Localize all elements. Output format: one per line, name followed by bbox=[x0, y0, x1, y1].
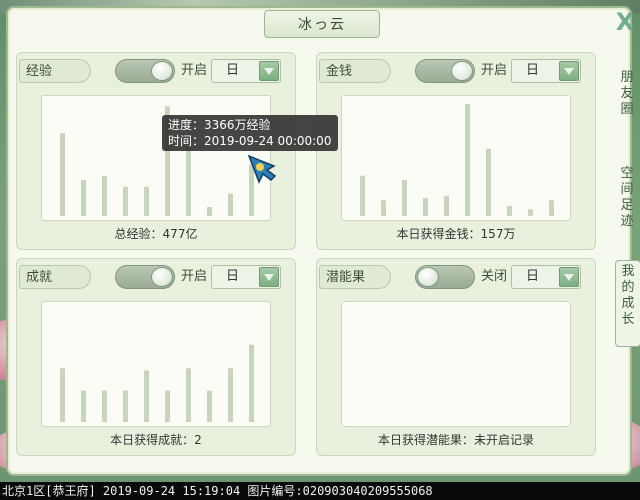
toggle-knob bbox=[151, 267, 173, 287]
chart-bar[interactable] bbox=[81, 390, 86, 422]
chevron-down-icon[interactable] bbox=[559, 61, 579, 81]
period-select-money[interactable]: 日 bbox=[511, 59, 581, 83]
caption-exp: 总经验：477亿 bbox=[114, 227, 198, 241]
chart-bar[interactable] bbox=[360, 175, 365, 216]
toggle-label-ach: 开启 bbox=[181, 269, 208, 284]
window-title: 冰っ云 bbox=[264, 10, 380, 38]
period-select-value: 日 bbox=[526, 269, 540, 284]
panel-tag-pot: 潜能果 bbox=[319, 265, 391, 289]
chevron-down-icon[interactable] bbox=[259, 267, 279, 287]
period-select-value: 日 bbox=[526, 63, 540, 78]
chart-bar[interactable] bbox=[81, 180, 86, 216]
chart-bar[interactable] bbox=[144, 186, 149, 216]
toggle-ach[interactable] bbox=[115, 265, 175, 289]
chart-bar[interactable] bbox=[507, 205, 512, 216]
period-select-value: 日 bbox=[226, 63, 240, 78]
chart-bar[interactable] bbox=[207, 390, 212, 422]
chart-pot bbox=[341, 301, 571, 427]
chart-bar[interactable] bbox=[144, 370, 149, 422]
toggle-knob bbox=[151, 61, 173, 81]
chart-bar[interactable] bbox=[549, 200, 554, 216]
panel-pot: 潜能果 关闭 日 本日获得潜能果：未开启记录 bbox=[316, 258, 596, 456]
side-tab-char: 友 bbox=[620, 86, 634, 101]
panel-tag-money: 金钱 bbox=[319, 59, 391, 83]
chart-bar[interactable] bbox=[123, 390, 128, 422]
panel-ach: 成就 开启 日 本日获得成就：2 bbox=[16, 258, 296, 456]
chart-bar[interactable] bbox=[402, 180, 407, 216]
chart-bar[interactable] bbox=[444, 195, 449, 216]
chart-money bbox=[341, 95, 571, 221]
chart-bar[interactable] bbox=[123, 186, 128, 216]
side-tab-friends[interactable]: 朋 友 圈 bbox=[615, 70, 639, 118]
chart-bar[interactable] bbox=[381, 200, 386, 216]
chart-bar[interactable] bbox=[60, 368, 65, 422]
chart-bar[interactable] bbox=[186, 368, 191, 422]
toggle-label-pot: 关闭 bbox=[481, 269, 508, 284]
caption-pot: 本日获得潜能果：未开启记录 bbox=[377, 433, 534, 447]
toggle-label-exp: 开启 bbox=[181, 63, 208, 78]
chart-bar[interactable] bbox=[102, 390, 107, 422]
chart-bar[interactable] bbox=[465, 104, 470, 216]
chart-svg-ach bbox=[60, 344, 254, 422]
chart-bar[interactable] bbox=[186, 146, 191, 216]
chart-bar[interactable] bbox=[102, 175, 107, 216]
side-tab-char: 我 bbox=[621, 264, 635, 279]
period-select-exp[interactable]: 日 bbox=[211, 59, 281, 83]
chart-bar[interactable] bbox=[207, 207, 212, 216]
side-tab-char: 间 bbox=[620, 182, 634, 197]
toggle-label-money: 开启 bbox=[481, 63, 508, 78]
close-button[interactable]: X bbox=[614, 10, 636, 34]
panel-exp: 经验 开启 日 总经验：477亿 bbox=[16, 52, 296, 250]
toggle-money[interactable] bbox=[415, 59, 475, 83]
chart-bar[interactable] bbox=[486, 148, 491, 216]
side-tab-char: 迹 bbox=[620, 214, 634, 229]
period-select-pot[interactable]: 日 bbox=[511, 265, 581, 289]
chart-bar[interactable] bbox=[228, 368, 233, 422]
chevron-down-icon[interactable] bbox=[259, 61, 279, 81]
status-bar: 北京1区[恭王府] 2019-09-24 15:19:04 图片编号:02090… bbox=[0, 482, 640, 500]
chart-bar[interactable] bbox=[528, 209, 533, 216]
toggle-knob bbox=[417, 267, 439, 287]
toggle-exp[interactable] bbox=[115, 59, 175, 83]
period-select-ach[interactable]: 日 bbox=[211, 265, 281, 289]
caption-money: 本日获得金钱：157万 bbox=[396, 227, 516, 241]
chart-bar[interactable] bbox=[228, 193, 233, 216]
chart-ach bbox=[41, 301, 271, 427]
side-tab-char: 朋 bbox=[620, 70, 634, 85]
side-tab-char: 足 bbox=[620, 198, 634, 213]
side-tab-my-growth[interactable]: 我 的 成 长 bbox=[615, 260, 640, 347]
toggle-knob bbox=[451, 61, 473, 81]
chevron-down-icon[interactable] bbox=[559, 267, 579, 287]
side-tab-char: 长 bbox=[621, 312, 635, 327]
chart-tooltip: 进度：3366万经验 时间：2019-09-24 00:00:00 bbox=[162, 115, 338, 151]
toggle-pot[interactable] bbox=[415, 265, 475, 289]
panel-tag-exp: 经验 bbox=[19, 59, 91, 83]
side-tab-char: 圈 bbox=[620, 102, 634, 117]
chart-exp bbox=[41, 95, 271, 221]
chart-svg-money bbox=[360, 104, 554, 216]
side-tab-char: 空 bbox=[620, 166, 634, 181]
chart-bar[interactable] bbox=[249, 344, 254, 422]
caption-ach: 本日获得成就：2 bbox=[110, 433, 202, 447]
panel-money: 金钱 开启 日 本日获得金钱：157万 bbox=[316, 52, 596, 250]
side-tab-char: 成 bbox=[621, 296, 635, 311]
side-tab-char: 的 bbox=[621, 280, 635, 295]
mouse-cursor-icon bbox=[247, 154, 277, 184]
tooltip-progress: 进度：3366万经验 bbox=[168, 118, 271, 132]
period-select-value: 日 bbox=[226, 269, 240, 284]
side-tab-footprints[interactable]: 空 间 足 迹 bbox=[615, 166, 639, 230]
chart-bar[interactable] bbox=[165, 390, 170, 422]
chart-bar[interactable] bbox=[60, 133, 65, 216]
chart-svg-pot bbox=[342, 302, 570, 426]
tooltip-time: 时间：2019-09-24 00:00:00 bbox=[168, 134, 332, 148]
panel-tag-ach: 成就 bbox=[19, 265, 91, 289]
chart-bar[interactable] bbox=[423, 198, 428, 216]
